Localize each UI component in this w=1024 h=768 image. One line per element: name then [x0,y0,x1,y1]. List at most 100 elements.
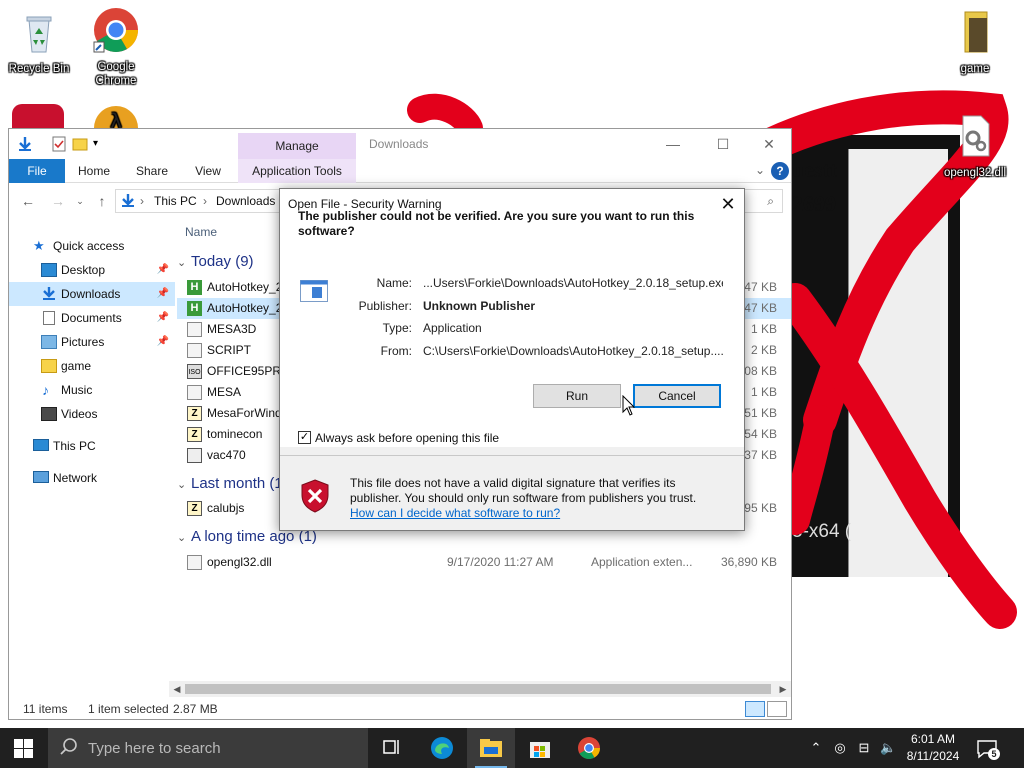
help-icon[interactable]: ? [771,162,789,180]
group-header-today[interactable]: ⌄ Today (9) [177,251,254,273]
search-icon[interactable]: ⌕ [767,194,774,209]
pin-icon[interactable]: 📌 [157,282,169,306]
nav-item-videos[interactable]: Videos [9,402,175,426]
group-label: Last month (1 [191,475,283,492]
clock-time[interactable]: 6:01 AM [908,732,958,746]
tab-share[interactable]: Share [129,159,175,183]
task-view-button[interactable] [368,728,416,768]
nav-item-network[interactable]: Network [9,466,175,490]
up-arrow-icon[interactable]: ↑ [91,191,113,211]
recent-locations-chevron-icon[interactable]: ⌄ [69,191,91,211]
nav-item-downloads[interactable]: Downloads 📌 [9,282,175,306]
tab-home[interactable]: Home [71,159,117,183]
taskbar-edge[interactable] [418,728,466,768]
close-button[interactable]: ✕ [749,133,789,155]
tab-file[interactable]: File [9,159,65,183]
field-label-type: Type: [382,321,412,335]
clock-date[interactable]: 8/11/2024 [904,749,962,763]
file-size: 1 KB [750,385,777,399]
show-hidden-icons-chevron-icon[interactable]: ⌃ [808,740,824,756]
meet-now-icon[interactable]: ◎ [832,740,848,756]
always-ask-checkbox[interactable]: ✓ [298,431,311,444]
desktop-icon-google-chrome[interactable]: Google Chrome [76,6,156,88]
column-header-name[interactable]: Name [185,225,217,239]
manage-contextual-tab[interactable]: Manage [238,133,356,159]
desktop-icon-game[interactable]: game [935,8,1015,76]
taskbar-microsoft-store[interactable] [516,728,564,768]
archive-file-icon: Z [187,501,202,516]
file-type: Application exten... [591,555,693,569]
half-life-icon[interactable]: λ [92,104,140,130]
pin-icon[interactable]: 📌 [157,306,169,330]
scroll-right-arrow-icon[interactable]: ▶ [775,681,791,697]
breadcrumb-this-pc[interactable]: This PC [154,194,197,208]
collapse-chevron-icon: ⌄ [177,479,187,491]
nav-item-label: Videos [61,407,98,421]
expand-ribbon-chevron-icon[interactable]: ⌄ [755,163,765,177]
file-name: SCRIPT [207,343,252,357]
network-status-icon[interactable]: ⊟ [856,740,872,756]
file-name: MesaForWind [207,406,282,420]
scroll-left-arrow-icon[interactable]: ◀ [169,681,185,697]
nav-item-label: game [61,359,92,373]
customize-quick-access-icon[interactable]: ▾ [93,136,109,152]
file-row[interactable]: opengl32.dll 9/17/2020 11:27 AM Applicat… [177,552,791,573]
cancel-button[interactable]: Cancel [633,384,721,408]
group-header-last-month[interactable]: ⌄ Last month (1 [177,473,283,495]
star-icon: ★ [33,238,45,253]
settings-file-icon [187,322,202,337]
desktop-icon-recycle-bin[interactable]: Recycle Bin [0,8,79,76]
tab-view[interactable]: View [185,159,231,183]
autohotkey-icon: H [187,280,202,295]
svg-text:λ: λ [110,109,122,130]
tab-application-tools[interactable]: Application Tools [238,159,356,183]
dialog-close-icon[interactable]: ✕ [716,192,740,216]
pin-icon[interactable]: 📌 [157,258,169,282]
notification-center-button[interactable]: 5 [976,738,1000,760]
nav-item-game[interactable]: game [9,354,175,378]
file-name: MESA3D [207,322,257,336]
large-icons-view-icon[interactable] [767,701,787,717]
taskbar-search-box[interactable]: Type here to search [48,728,368,768]
minimize-button[interactable]: — [653,133,693,155]
nav-item-documents[interactable]: Documents 📌 [9,306,175,330]
nav-item-this-pc[interactable]: This PC [9,434,175,458]
file-size: 2 KB [750,343,777,357]
horizontal-scrollbar[interactable]: ◀ ▶ [169,681,791,697]
network-icon [33,471,49,483]
forward-arrow-icon[interactable]: → [47,191,69,211]
field-label-publisher: Publisher: [358,299,412,313]
pin-icon[interactable]: 📌 [157,330,169,354]
nav-item-pictures[interactable]: Pictures 📌 [9,330,175,354]
field-label-name: Name: [376,276,412,290]
nav-item-quick-access[interactable]: ★ Quick access [9,234,175,258]
taskbar-chrome[interactable] [565,728,613,768]
file-name: AutoHotkey_2 [207,280,283,294]
background-text: uestt [792,157,838,182]
desktop-icon-label: game [960,63,990,75]
collapse-chevron-icon: ⌄ [177,257,187,269]
file-name: tominecon [207,427,263,441]
breadcrumb-downloads[interactable]: Downloads [216,194,275,208]
maximize-button[interactable]: ☐ [703,133,743,155]
scrollbar-thumb[interactable] [185,684,771,694]
properties-icon[interactable] [51,136,67,152]
archive-file-icon: Z [187,406,202,421]
help-link[interactable]: How can I decide what software to run? [350,506,560,520]
new-folder-icon[interactable] [72,136,88,152]
details-view-icon[interactable] [745,701,765,717]
run-button[interactable]: Run [533,384,621,408]
back-arrow-icon[interactable]: ← [17,191,39,211]
nav-item-music[interactable]: ♪ Music [9,378,175,402]
nav-item-desktop[interactable]: Desktop 📌 [9,258,175,282]
taskbar-file-explorer[interactable] [467,728,515,768]
download-arrow-icon[interactable] [17,136,33,152]
background-text: 2699 [792,191,836,216]
volume-icon[interactable]: 🔈 [880,740,896,756]
settings-file-icon [187,343,202,358]
start-button[interactable] [0,728,48,768]
desktop-icon-partial-red-app[interactable] [12,104,64,130]
windows-logo-icon [14,739,33,758]
group-label: Today (9) [191,253,254,270]
desktop-icon-opengl32-dll[interactable]: opengl32.dll [935,112,1015,180]
